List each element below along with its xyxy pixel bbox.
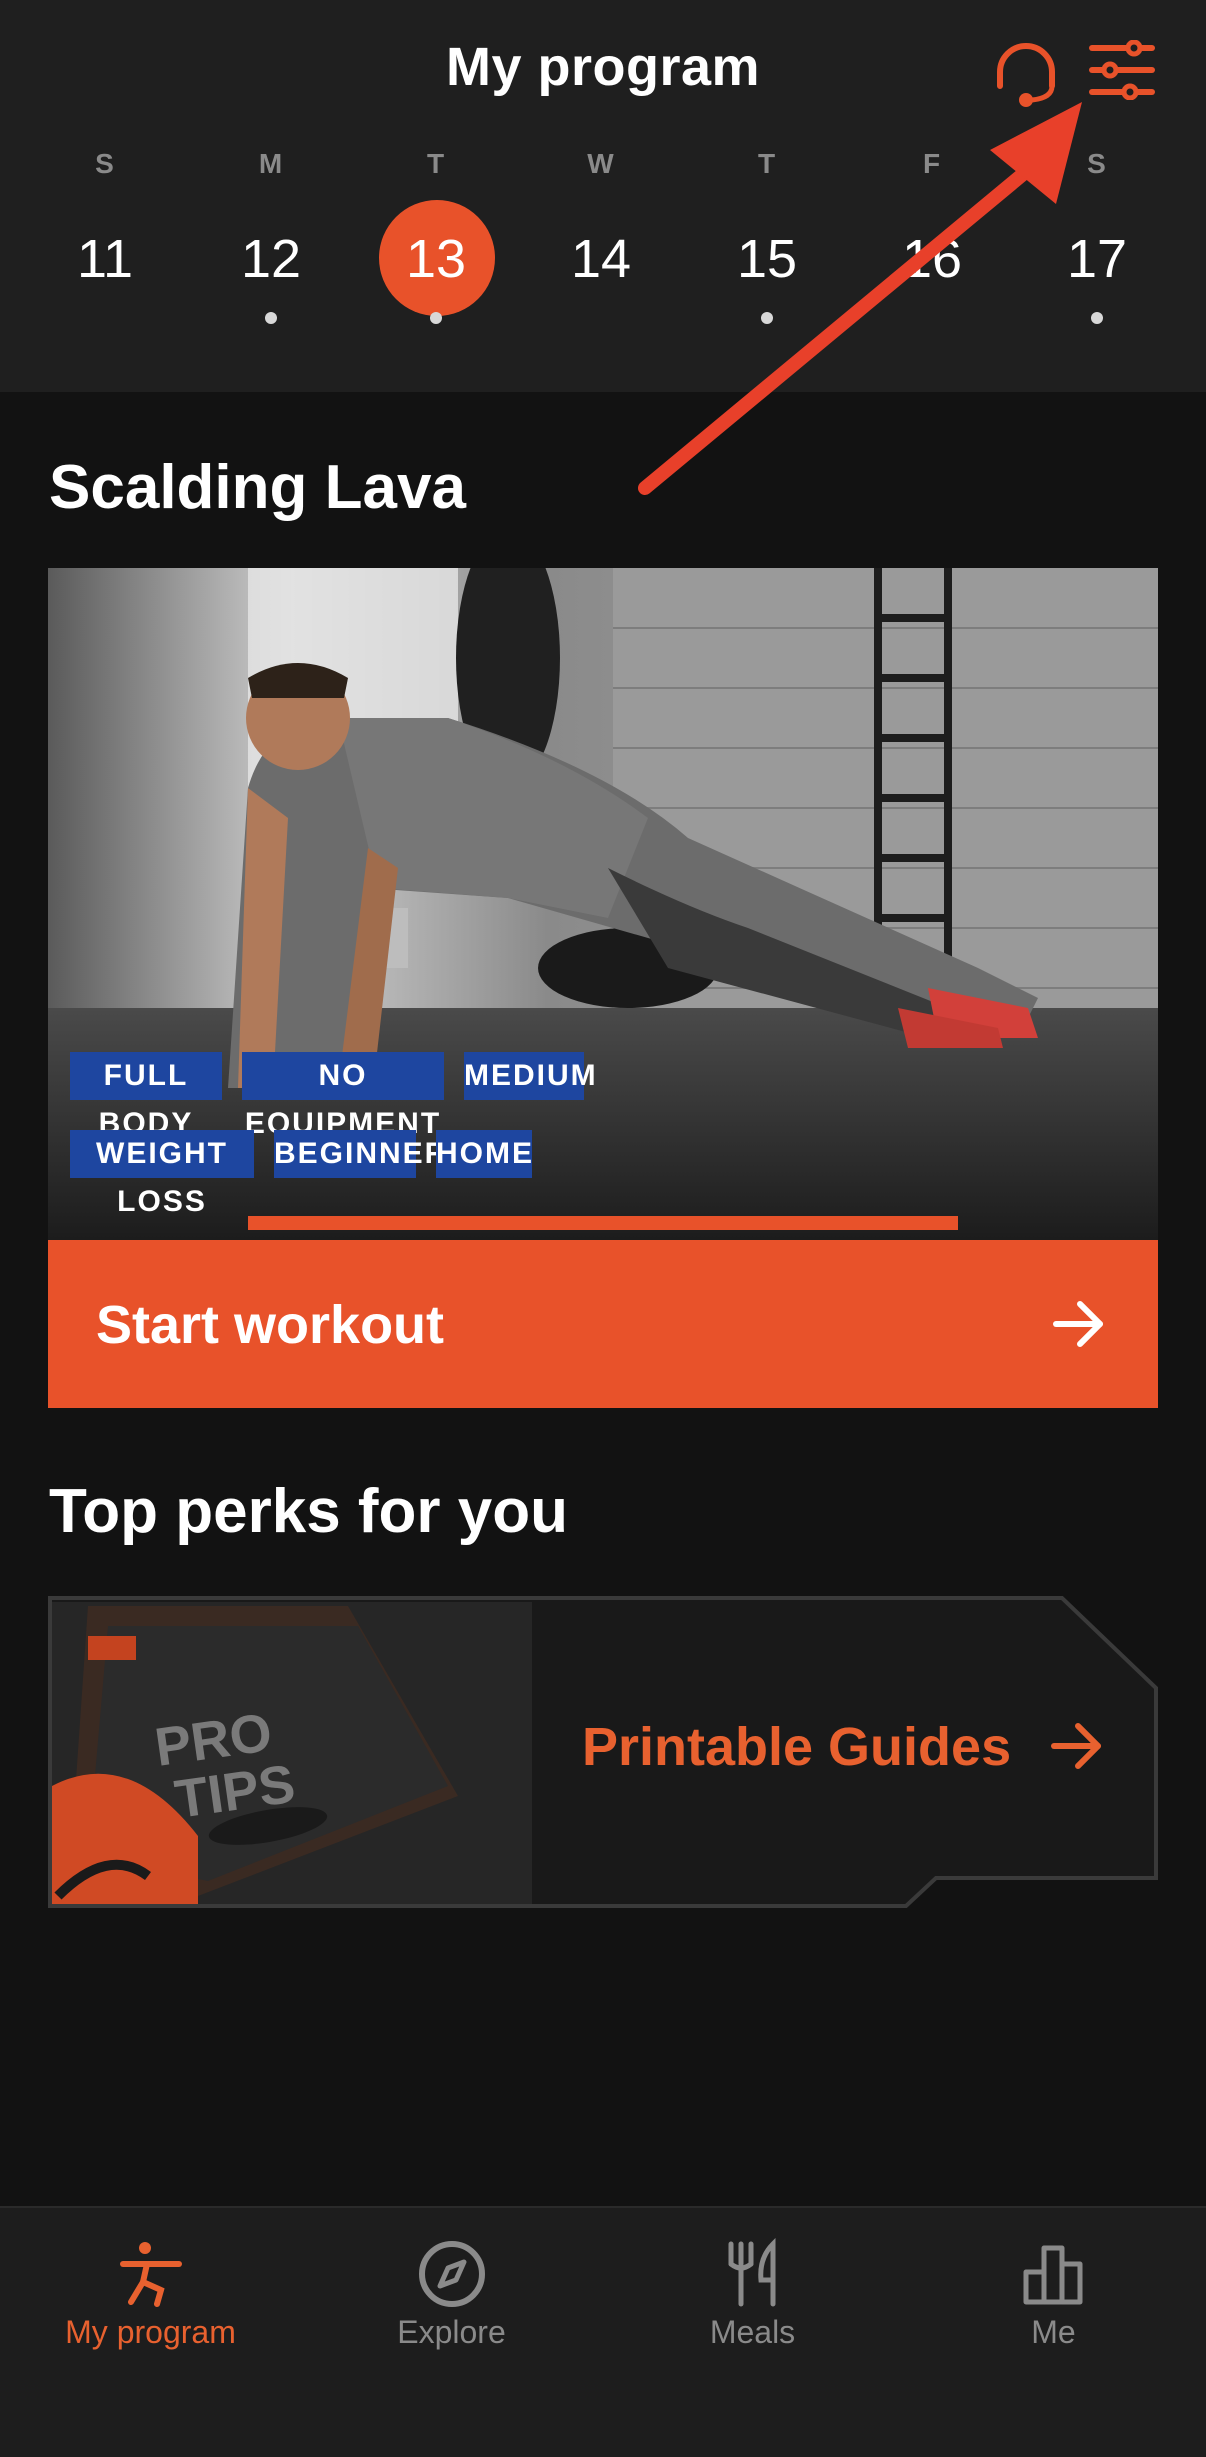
day-item[interactable]: S 17 bbox=[1037, 148, 1157, 338]
day-letter: F bbox=[922, 148, 942, 179]
workout-image: FULL BODY NO EQUIPMENT MEDIUM WEIGHT LOS… bbox=[48, 568, 1158, 1240]
activity-dot bbox=[430, 312, 442, 324]
day-letter: S bbox=[95, 148, 115, 179]
nav-item-my-program[interactable]: My program bbox=[0, 2208, 301, 2408]
day-item[interactable]: T 15 bbox=[707, 148, 827, 338]
printable-guides-label: Printable Guides bbox=[582, 1717, 1012, 1777]
day-number: 17 bbox=[1066, 229, 1128, 289]
nav-item-explore[interactable]: Explore bbox=[301, 2208, 602, 2408]
start-workout-button[interactable]: Start workout bbox=[48, 1240, 1158, 1408]
day-item-selected[interactable]: T 13 bbox=[376, 148, 496, 338]
sliders-icon bbox=[1089, 39, 1155, 101]
day-letter: M bbox=[258, 148, 284, 179]
day-number: 13 bbox=[405, 229, 467, 289]
day-number: 15 bbox=[736, 229, 798, 289]
nav-item-meals[interactable]: Meals bbox=[602, 2208, 903, 2408]
nav-item-me[interactable]: Me bbox=[903, 2208, 1204, 2408]
workout-progress-fill bbox=[248, 1216, 958, 1230]
day-item[interactable]: W 14 bbox=[541, 148, 661, 338]
day-number: 14 bbox=[570, 229, 632, 289]
headset-icon bbox=[997, 43, 1055, 107]
tag-badge: BEGINNER bbox=[274, 1130, 446, 1178]
day-letter: W bbox=[587, 148, 615, 179]
exercise-figure-icon bbox=[120, 2242, 182, 2307]
tag-badge: NO EQUIPMENT bbox=[242, 1052, 444, 1140]
compass-icon bbox=[419, 2241, 485, 2307]
nav-label: My program bbox=[65, 2314, 236, 2350]
start-workout-label: Start workout bbox=[96, 1295, 445, 1355]
arrow-right-icon bbox=[1051, 1723, 1101, 1769]
support-button[interactable] bbox=[990, 36, 1062, 108]
day-letter: S bbox=[1087, 148, 1107, 179]
tag-badge: WEIGHT LOSS bbox=[70, 1130, 254, 1218]
day-item[interactable]: S 11 bbox=[45, 148, 165, 338]
printable-guides-card[interactable]: PRO TIPS Printable Guides bbox=[48, 1596, 1158, 1908]
day-letter: T bbox=[426, 148, 446, 179]
bar-chart-icon bbox=[1023, 2245, 1083, 2305]
bottom-navigation: My program Explore Meals Me bbox=[0, 2206, 1206, 2457]
top-header: My program S 11 M 12 T 13 W 14 T 15 F 16… bbox=[0, 0, 1206, 392]
nav-label: Me bbox=[1031, 2314, 1076, 2350]
tag-badge: FULL BODY bbox=[70, 1052, 222, 1140]
workout-title: Scalding Lava bbox=[49, 453, 466, 522]
day-letter: T bbox=[757, 148, 777, 179]
arrow-right-icon bbox=[1053, 1301, 1103, 1347]
day-number: 12 bbox=[240, 229, 302, 289]
workout-card[interactable]: FULL BODY NO EQUIPMENT MEDIUM WEIGHT LOS… bbox=[48, 568, 1158, 1408]
perks-title: Top perks for you bbox=[49, 1477, 569, 1546]
week-calendar: S 11 M 12 T 13 W 14 T 15 F 16 S 17 bbox=[0, 148, 1206, 338]
tag-badge: MEDIUM bbox=[464, 1052, 596, 1100]
activity-dot bbox=[1091, 312, 1103, 324]
day-number: 11 bbox=[76, 229, 134, 289]
activity-dot bbox=[265, 312, 277, 324]
day-number: 16 bbox=[901, 229, 963, 289]
fork-knife-icon bbox=[728, 2238, 776, 2307]
day-item[interactable]: M 12 bbox=[211, 148, 331, 338]
nav-label: Explore bbox=[397, 2314, 506, 2350]
day-item[interactable]: F 16 bbox=[872, 148, 992, 338]
nav-label: Meals bbox=[709, 2314, 796, 2350]
pro-tips-book-illustration: PRO TIPS bbox=[52, 1602, 532, 1904]
filter-button[interactable] bbox=[1088, 39, 1156, 101]
tag-badge: HOME bbox=[436, 1130, 532, 1178]
activity-dot bbox=[761, 312, 773, 324]
workout-progress-bar bbox=[48, 1216, 1158, 1240]
